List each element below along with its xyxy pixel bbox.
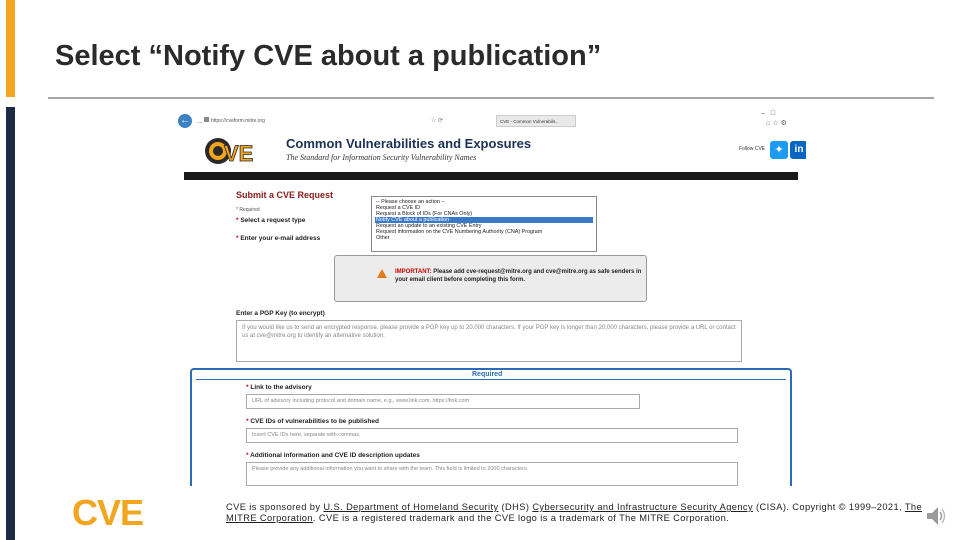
request-option[interactable]: Other xyxy=(375,235,593,241)
cisa-link[interactable]: Cybersecurity and Infrastructure Securit… xyxy=(532,502,753,512)
browser-icons[interactable]: ⌂☆⚙ xyxy=(766,119,789,127)
browser-screenshot: ← → https://cveform.mitre.org ☆ ⟳ CVE - … xyxy=(176,110,806,486)
footer-text: CVE is sponsored by U.S. Department of H… xyxy=(226,502,923,523)
svg-text:CVE: CVE xyxy=(72,494,143,528)
cve-ids-label: * CVE IDs of vulnerabilities to be publi… xyxy=(246,418,379,425)
dhs-link[interactable]: U.S. Department of Homeland Security xyxy=(323,502,498,512)
site-title: Common Vulnerabilities and Exposures xyxy=(286,136,532,151)
pgp-key-textarea[interactable]: If you would like us to send an encrypte… xyxy=(236,320,742,362)
address-text: https://cveform.mitre.org xyxy=(211,118,265,124)
cve-ids-input[interactable]: Insert CVE IDs here, separate with comma… xyxy=(246,428,738,443)
slide-title: Select “Notify CVE about a publication” xyxy=(55,40,602,72)
email-label: * Enter your e-mail address xyxy=(236,235,321,242)
accent-bar xyxy=(6,0,15,97)
site-nav-bar xyxy=(184,172,798,180)
form-heading: Submit a CVE Request xyxy=(236,190,334,200)
site-subtitle: The Standard for Information Security Vu… xyxy=(286,153,477,162)
twitter-icon[interactable]: ✦ xyxy=(770,141,788,159)
request-type-list[interactable]: -- Please choose an action -- Request a … xyxy=(371,196,597,252)
advisory-label: * Link to the advisory xyxy=(246,384,312,391)
back-arrow-icon[interactable]: ← xyxy=(178,114,192,128)
window-controls[interactable]: –□ xyxy=(761,110,781,117)
slide: Select “Notify CVE about a publication” … xyxy=(0,0,960,540)
warning-icon xyxy=(377,269,387,278)
speaker-icon[interactable] xyxy=(925,504,947,528)
title-divider xyxy=(48,97,934,99)
additional-info-label: * Additional information and CVE ID desc… xyxy=(246,452,420,459)
additional-info-textarea[interactable]: Please provide any additional informatio… xyxy=(246,462,738,486)
cve-site-header: VE Common Vulnerabilities and Exposures … xyxy=(184,132,806,172)
pgp-label: Enter a PGP Key (to encrypt) xyxy=(236,310,325,317)
browser-toolbar: ← → https://cveform.mitre.org ☆ ⟳ CVE - … xyxy=(176,110,806,132)
lock-icon xyxy=(204,117,209,122)
select-type-label: * Select a request type xyxy=(236,217,306,224)
browser-tab[interactable]: CVE - Common Vulnerabilit... xyxy=(496,115,576,127)
svg-text:VE: VE xyxy=(224,141,253,166)
side-bar xyxy=(6,107,15,540)
advisory-link-input[interactable]: URL of advisory including protocol and d… xyxy=(246,394,640,409)
required-divider xyxy=(196,379,786,380)
cve-logo: VE xyxy=(205,138,254,166)
cve-footer-logo: CVE xyxy=(72,494,144,528)
linkedin-icon[interactable]: in xyxy=(790,141,806,159)
required-note: * Required xyxy=(236,207,260,213)
address-bar[interactable]: https://cveform.mitre.org xyxy=(204,117,294,127)
follow-label: Follow CVE xyxy=(739,146,766,152)
required-section-title: Required xyxy=(472,371,503,378)
address-tools[interactable]: ☆ ⟳ xyxy=(431,117,443,124)
required-section: Required * Link to the advisory URL of a… xyxy=(190,368,792,486)
important-notice: IMPORTANT: Please add cve-request@mitre.… xyxy=(334,255,647,302)
important-text: IMPORTANT: Please add cve-request@mitre.… xyxy=(395,269,642,283)
